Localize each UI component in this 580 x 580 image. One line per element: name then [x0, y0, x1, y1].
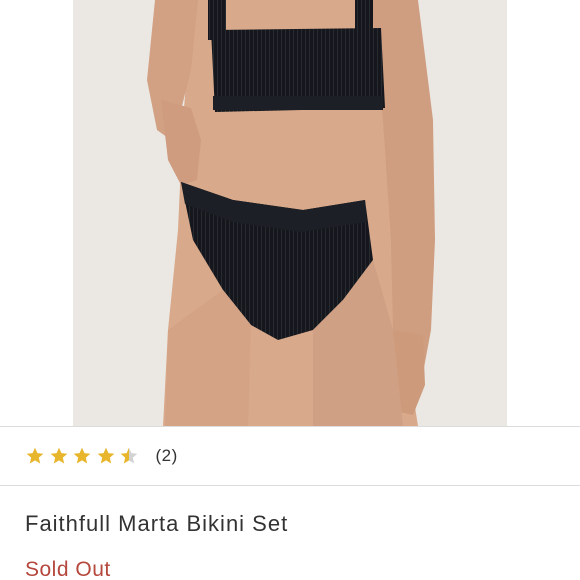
star-icon	[50, 447, 67, 464]
divider-bottom	[0, 485, 580, 486]
sold-out-status: Sold Out	[25, 558, 111, 580]
star-icon	[73, 447, 91, 464]
star-rating	[25, 446, 143, 466]
star-icon	[26, 447, 44, 464]
rating-row[interactable]: (2)	[0, 427, 580, 485]
product-photo-illustration	[73, 0, 507, 426]
review-count[interactable]: (2)	[156, 446, 178, 466]
product-photo[interactable]	[73, 0, 507, 426]
star-icon	[97, 447, 114, 464]
product-image-area[interactable]	[0, 0, 580, 426]
half-star-icon	[120, 447, 138, 464]
product-page: (2) Faithfull Marta Bikini Set Sold Out	[0, 0, 580, 580]
product-title: Faithfull Marta Bikini Set	[25, 511, 289, 536]
